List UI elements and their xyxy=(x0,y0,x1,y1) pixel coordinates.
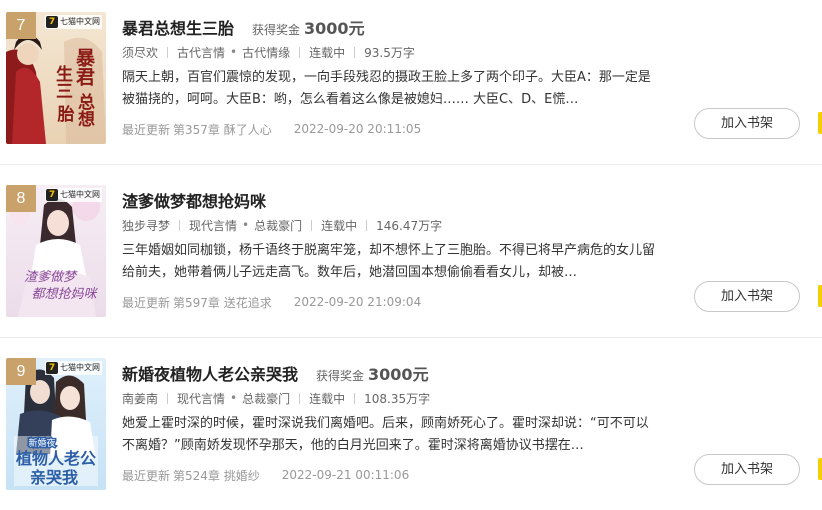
meta-divider xyxy=(167,46,169,58)
item-divider xyxy=(0,337,822,338)
meta-divider xyxy=(179,219,181,231)
title-row: 暴君总想生三胎 获得奖金 3000元 xyxy=(122,15,365,39)
publisher-tag: 7 七猫中文网 xyxy=(45,361,102,375)
book-cover[interactable]: 渣爹做梦 都想抢妈咪 8 7 七猫中文网 xyxy=(6,185,106,317)
author-link[interactable]: 独步寻梦 xyxy=(122,217,170,234)
book-description: 她爱上霍时深的时候，霍时深说我们离婚吧。后来，顾南娇死心了。霍时深却说：“可不可… xyxy=(122,416,649,453)
publisher-tag: 7 七猫中文网 xyxy=(45,15,102,29)
category-link[interactable]: 古代言情 xyxy=(177,44,225,61)
dot-separator: • xyxy=(230,391,238,405)
meta-divider xyxy=(354,46,356,58)
category-link[interactable]: 现代言情 xyxy=(177,390,225,407)
publisher-name: 七猫中文网 xyxy=(60,363,100,372)
svg-text:总想: 总想 xyxy=(74,92,95,127)
add-to-shelf-button[interactable]: 加入书架 xyxy=(694,281,800,312)
word-count: 108.35万字 xyxy=(364,391,431,406)
subcategory-link[interactable]: 总裁豪门 xyxy=(254,217,302,234)
meta-divider xyxy=(366,219,368,231)
word-count: 93.5万字 xyxy=(364,45,415,60)
svg-text:植物人老公: 植物人老公 xyxy=(15,449,96,468)
status-text: 连载中 xyxy=(309,45,346,60)
rank-badge: 9 xyxy=(6,358,36,385)
svg-text:胎: 胎 xyxy=(58,104,75,125)
subcategory-link[interactable]: 总裁豪门 xyxy=(242,390,290,407)
rank-badge: 8 xyxy=(6,185,36,212)
book-title-link[interactable]: 新婚夜植物人老公亲哭我 xyxy=(122,361,298,385)
update-time: 2022-09-21 00:11:06 xyxy=(281,468,410,482)
dot-separator: • xyxy=(242,218,250,232)
publisher-name: 七猫中文网 xyxy=(60,190,100,199)
book-list-item: 暴君 生三 总想 胎 7 7 七猫中文网 暴君总想生三胎 获得奖金 3000元 … xyxy=(0,0,822,173)
award-label: 获得奖金 xyxy=(252,23,301,37)
book-cover[interactable]: 新婚夜 植物人老公 亲哭我 9 7 七猫中文网 xyxy=(6,358,106,490)
category-link[interactable]: 现代言情 xyxy=(189,217,237,234)
meta-divider xyxy=(299,392,301,404)
meta-divider xyxy=(354,392,356,404)
svg-text:渣爹做梦: 渣爹做梦 xyxy=(24,270,78,285)
award-label: 获得奖金 xyxy=(316,369,365,383)
edge-accent-mark xyxy=(818,285,822,307)
svg-text:亲哭我: 亲哭我 xyxy=(30,468,78,487)
word-count: 146.47万字 xyxy=(376,218,443,233)
book-ranking-list: 暴君 生三 总想 胎 7 7 七猫中文网 暴君总想生三胎 获得奖金 3000元 … xyxy=(0,0,822,510)
edge-accent-mark xyxy=(818,112,822,134)
book-meta: 须尽欢 古代言情 • 古代情缘 连载中 93.5万字 xyxy=(122,44,415,60)
svg-text:生三: 生三 xyxy=(52,64,73,99)
meta-divider xyxy=(299,46,301,58)
update-info: 最近更新 第597章 送花追求 2022-09-20 21:09:04 xyxy=(122,294,421,310)
svg-text:新婚夜: 新婚夜 xyxy=(28,437,55,449)
svg-text:暴君: 暴君 xyxy=(73,48,95,87)
add-to-shelf-button[interactable]: 加入书架 xyxy=(694,454,800,485)
meta-divider xyxy=(167,392,169,404)
update-label: 最近更新 xyxy=(122,295,171,310)
add-to-shelf-button[interactable]: 加入书架 xyxy=(694,108,800,139)
latest-chapter-link[interactable]: 第597章 送花追求 xyxy=(173,294,272,311)
rank-badge: 7 xyxy=(6,12,36,39)
qimao-logo-icon: 7 xyxy=(46,16,58,28)
latest-chapter-link[interactable]: 第524章 挑婚纱 xyxy=(173,467,260,484)
award-amount: 3000元 xyxy=(304,19,365,38)
book-title-link[interactable]: 渣爹做梦都想抢妈咪 xyxy=(122,188,266,212)
book-description: 隔天上朝，百官们震惊的发现，一向手段残忍的摄政王脸上多了两个印子。大臣A：那一定… xyxy=(122,70,651,107)
qimao-logo-icon: 7 xyxy=(46,189,58,201)
book-list-item: 新婚夜 植物人老公 亲哭我 9 7 七猫中文网 新婚夜植物人老公亲哭我 获得奖金… xyxy=(0,346,822,510)
author-link[interactable]: 南姜南 xyxy=(122,390,158,407)
dot-separator: • xyxy=(230,45,238,59)
update-time: 2022-09-20 21:09:04 xyxy=(293,295,422,309)
meta-divider xyxy=(311,219,313,231)
latest-chapter-link[interactable]: 第357章 酥了人心 xyxy=(173,121,272,138)
update-label: 最近更新 xyxy=(122,122,171,137)
book-title-link[interactable]: 暴君总想生三胎 xyxy=(122,15,234,39)
book-list-item: 渣爹做梦 都想抢妈咪 8 7 七猫中文网 渣爹做梦都想抢妈咪 独步寻梦 现代言情… xyxy=(0,173,822,346)
update-label: 最近更新 xyxy=(122,468,171,483)
update-info: 最近更新 第524章 挑婚纱 2022-09-21 00:11:06 xyxy=(122,467,409,483)
status-text: 连载中 xyxy=(321,218,358,233)
award-amount: 3000元 xyxy=(368,365,429,384)
author-link[interactable]: 须尽欢 xyxy=(122,44,158,61)
svg-text:都想抢妈咪: 都想抢妈咪 xyxy=(31,286,98,302)
status-text: 连载中 xyxy=(309,391,346,406)
book-meta: 南姜南 现代言情 • 总裁豪门 连载中 108.35万字 xyxy=(122,390,430,406)
book-cover[interactable]: 暴君 生三 总想 胎 7 7 七猫中文网 xyxy=(6,12,106,144)
title-row: 新婚夜植物人老公亲哭我 获得奖金 3000元 xyxy=(122,361,429,385)
update-info: 最近更新 第357章 酥了人心 2022-09-20 20:11:05 xyxy=(122,121,421,137)
book-description: 三年婚姻如同枷锁，杨千语终于脱离牢笼，却不想怀上了三胞胎。不得已将早产病危的女儿… xyxy=(122,243,656,280)
update-time: 2022-09-20 20:11:05 xyxy=(293,122,422,136)
publisher-name: 七猫中文网 xyxy=(60,17,100,26)
qimao-logo-icon: 7 xyxy=(46,362,58,374)
item-divider xyxy=(0,164,822,165)
subcategory-link[interactable]: 古代情缘 xyxy=(242,44,290,61)
title-row: 渣爹做梦都想抢妈咪 xyxy=(122,188,266,212)
book-meta: 独步寻梦 现代言情 • 总裁豪门 连载中 146.47万字 xyxy=(122,217,442,233)
edge-accent-mark xyxy=(818,458,822,480)
publisher-tag: 7 七猫中文网 xyxy=(45,188,102,202)
